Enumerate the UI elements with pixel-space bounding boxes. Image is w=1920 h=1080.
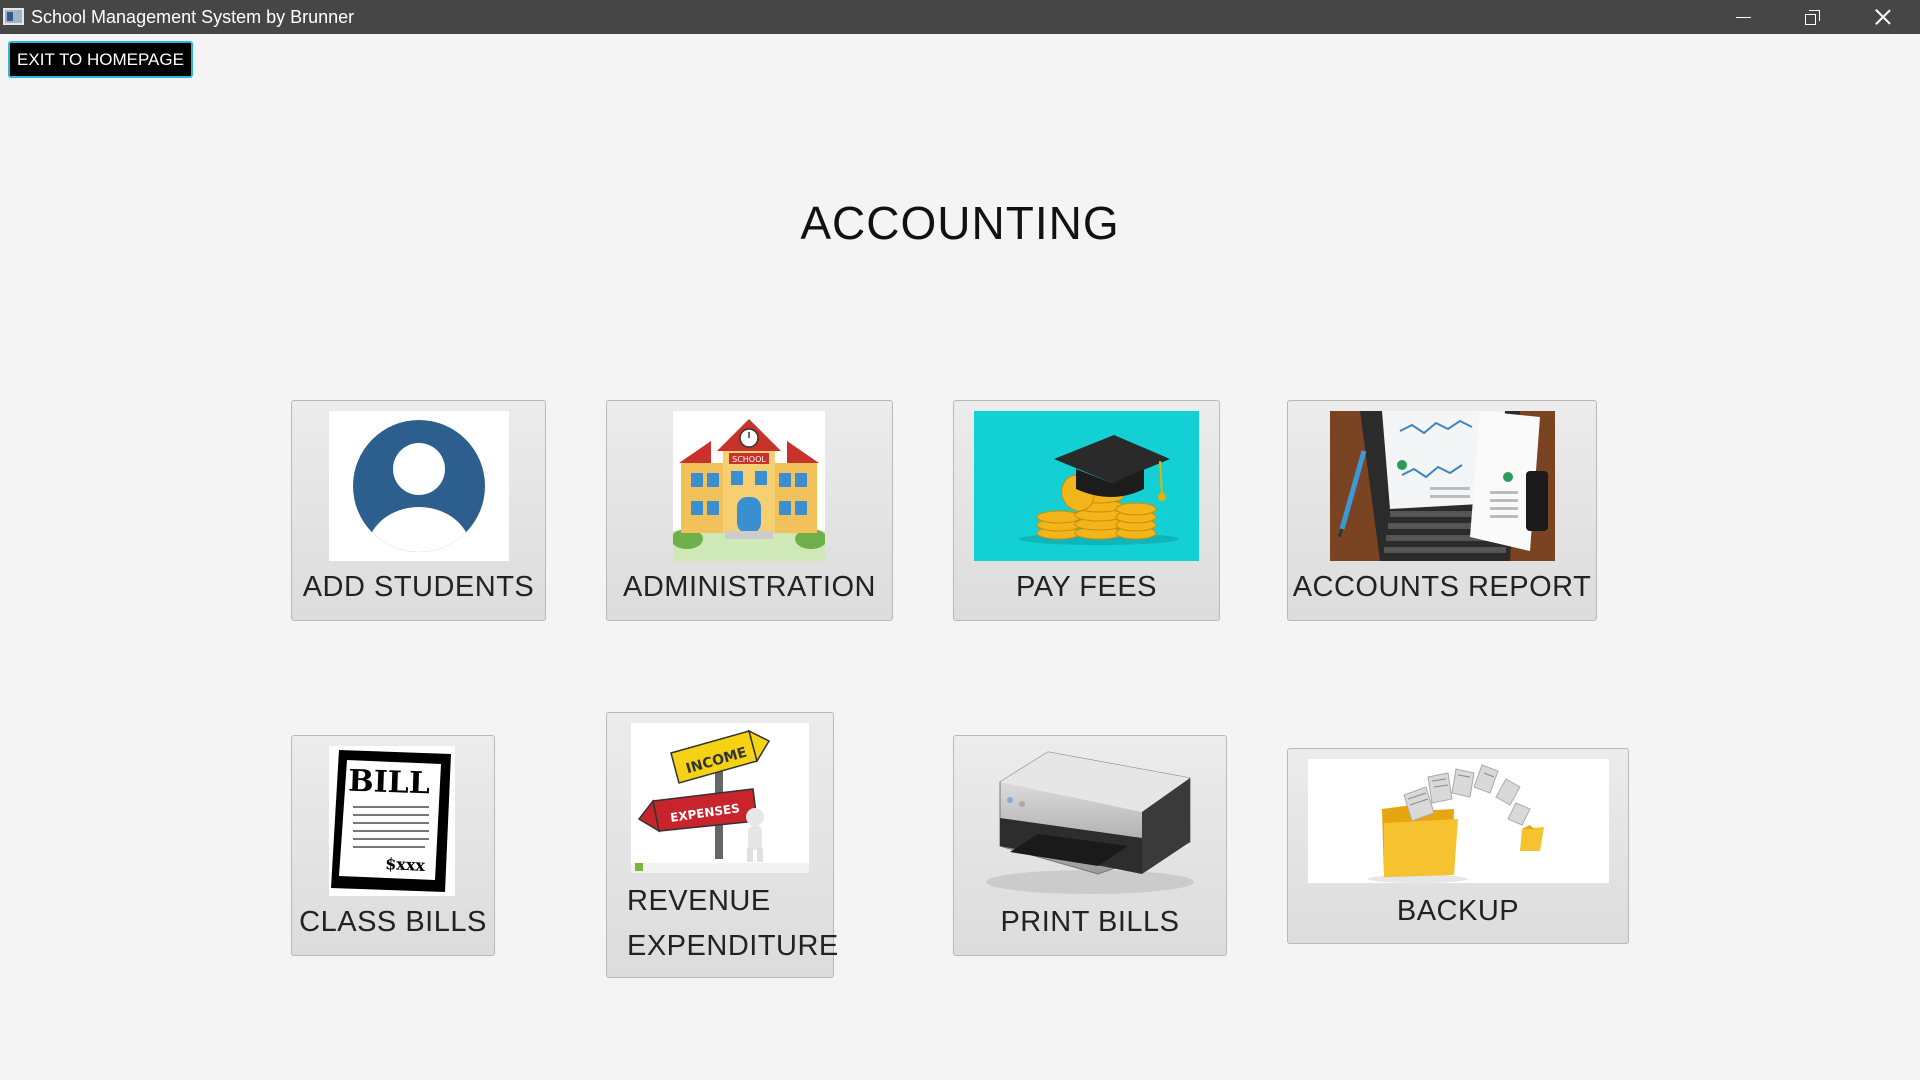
bill-document-icon: BILL $xxx [329, 746, 455, 896]
class-bills-button[interactable]: BILL $xxx CLASS BILLS [291, 735, 495, 956]
pay-fees-button[interactable]: PAY FEES [953, 400, 1220, 621]
print-bills-label: PRINT BILLS [1000, 906, 1180, 938]
revenue-expenditure-button[interactable]: INCOME EXPENSES REVENUE EXPENDITURE [606, 712, 839, 978]
exit-to-homepage-button[interactable]: EXIT TO HOMEPAGE [8, 41, 193, 78]
accounts-report-label: ACCOUNTS REPORT [1292, 571, 1592, 603]
app-icon [3, 8, 24, 25]
bill-heading-text: BILL [348, 764, 431, 802]
revenue-expenditure-label: REVENUE EXPENDITURE [607, 879, 839, 969]
report-laptop-icon [1330, 411, 1555, 561]
income-expenses-sign-icon: INCOME EXPENSES [631, 723, 809, 873]
title-bar: School Management System by Brunner [0, 0, 1920, 34]
print-bills-button[interactable]: PRINT BILLS [953, 735, 1227, 956]
person-avatar-icon [329, 411, 509, 561]
graduation-cap-coins-icon [974, 411, 1199, 561]
add-students-label: ADD STUDENTS [302, 571, 535, 603]
backup-button[interactable]: BACKUP [1287, 748, 1629, 944]
administration-button[interactable]: SCHOOL ADMINISTRATION [606, 400, 893, 621]
school-sign-text: SCHOOL [732, 455, 766, 464]
restore-button[interactable] [1779, 0, 1845, 34]
restore-icon [1804, 9, 1820, 25]
printer-icon [978, 742, 1203, 898]
class-bills-label: CLASS BILLS [299, 906, 487, 938]
backup-label: BACKUP [1396, 895, 1520, 927]
page-title: ACCOUNTING [800, 197, 1120, 249]
backup-folder-icon [1308, 759, 1609, 883]
close-icon [1875, 9, 1891, 25]
accounts-report-button[interactable]: ACCOUNTS REPORT [1287, 400, 1597, 621]
administration-label: ADMINISTRATION [623, 571, 876, 603]
minimize-button[interactable] [1710, 0, 1776, 34]
pay-fees-label: PAY FEES [1016, 571, 1157, 603]
school-building-icon: SCHOOL [673, 411, 825, 561]
add-students-button[interactable]: ADD STUDENTS [291, 400, 546, 621]
expenditure-label-line: EXPENDITURE [627, 930, 839, 962]
window-title: School Management System by Brunner [31, 7, 355, 27]
minimize-icon [1735, 16, 1751, 18]
bill-amount-text: $xxx [385, 854, 426, 875]
close-button[interactable] [1850, 0, 1916, 34]
revenue-label-line: REVENUE [627, 885, 771, 917]
